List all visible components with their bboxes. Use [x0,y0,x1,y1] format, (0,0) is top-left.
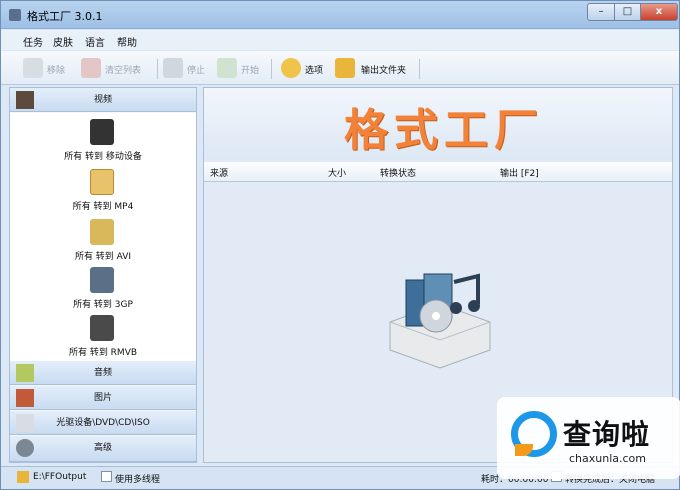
banner-title: 格式工厂 [344,105,544,156]
output-path: E:\FFOutput [33,472,87,482]
mobile-device-icon [90,119,114,145]
clear-icon [81,58,101,78]
stop-icon [163,58,183,78]
app-icon [9,9,21,21]
advanced-icon [16,439,34,457]
toolbar-separator [419,59,420,79]
category-video[interactable]: 视频 [10,88,196,112]
video-list: 所有 转到 移动设备 所有 转到 MP4 所有 转到 AVI 所有 转到 3GP… [10,113,196,378]
options-button[interactable]: 选项 [281,57,327,79]
maximize-button[interactable]: □ [614,3,641,21]
menu-skin[interactable]: 皮肤 [53,34,73,49]
list-item[interactable]: 所有 转到 移动设备 [10,117,196,167]
output-folder-button[interactable]: 输出文件夹 [335,57,415,79]
rmvb-icon [90,315,114,341]
close-button[interactable]: x [640,3,678,21]
menu-language[interactable]: 语言 [85,34,105,49]
folder-icon [335,58,355,78]
list-item[interactable]: 所有 转到 MP4 [10,167,196,217]
remove-button[interactable]: 移除 [23,57,73,79]
image-icon [16,389,34,407]
menu-task[interactable]: 任务 [23,34,43,49]
avi-icon [90,219,114,245]
toolbar-separator [157,59,158,79]
multithread-label: 使用多线程 [115,475,161,485]
clear-list-button[interactable]: 清空列表 [81,57,151,79]
task-table-header: 来源 大小 转换状态 输出 [F2] [204,162,672,182]
category-audio[interactable]: 音频 [10,361,196,385]
film-icon [16,91,34,109]
category-rom[interactable]: 光驱设备\DVD\CD\ISO [10,411,196,435]
remove-icon [23,58,43,78]
format-factory-logo-icon [389,273,491,369]
list-item[interactable]: 所有 转到 3GP [10,265,196,315]
multithread-checkbox[interactable] [101,471,112,482]
category-advanced[interactable]: 高级 [10,436,196,462]
column-size[interactable]: 大小 [328,166,346,179]
watermark: 查询啦 chaxunla.com [497,397,680,479]
watermark-url: chaxunla.com [569,452,646,465]
watermark-text: 查询啦 [563,418,651,451]
disc-drive-icon [16,414,34,432]
start-button[interactable]: 开始 [217,57,263,79]
window-title: 格式工厂 3.0.1 [27,10,103,23]
3gp-icon [90,267,114,293]
stop-button[interactable]: 停止 [163,57,209,79]
gear-icon [281,58,301,78]
sidebar: 视频 所有 转到 移动设备 所有 转到 MP4 所有 转到 AVI 所有 转到 … [9,87,197,463]
column-status[interactable]: 转换状态 [380,166,416,179]
start-icon [217,58,237,78]
column-source[interactable]: 来源 [210,166,228,179]
list-item[interactable]: 所有 转到 AVI [10,217,196,267]
mp4-icon [90,169,114,195]
toolbar-separator [271,59,272,79]
minimize-button[interactable]: – [587,3,615,21]
toolbar: 移除 清空列表 停止 开始 选项 输出文件夹 [1,51,679,85]
folder-icon [17,471,29,483]
app-window: 格式工厂 3.0.1 – □ x 任务 皮肤 语言 帮助 移除 清空列表 停止 … [0,0,680,490]
banner: 格式工厂 [204,88,672,160]
list-item[interactable]: 所有 转到 RMVB [10,313,196,363]
menu-help[interactable]: 帮助 [117,34,137,49]
title-bar: 格式工厂 3.0.1 – □ x [1,1,679,29]
menu-bar: 任务 皮肤 语言 帮助 [1,30,679,50]
category-image[interactable]: 图片 [10,386,196,410]
music-icon [16,364,34,382]
column-output[interactable]: 输出 [F2] [500,166,539,179]
